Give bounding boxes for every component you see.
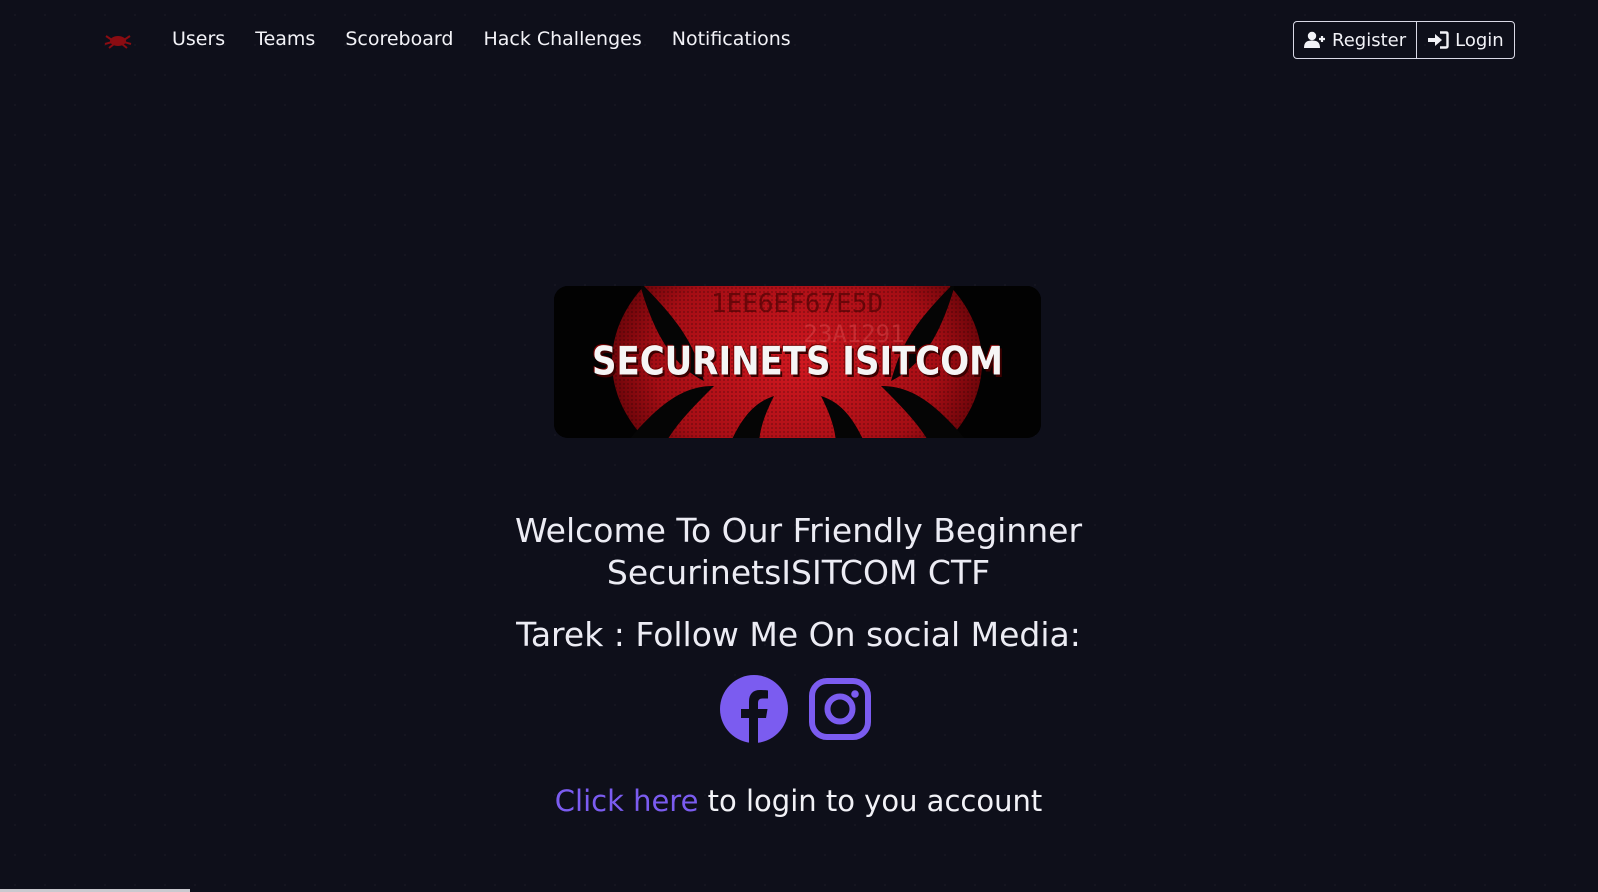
login-button[interactable]: Login <box>1416 22 1514 58</box>
nav-links: Users Teams Scoreboard Hack Challenges N… <box>157 22 806 56</box>
welcome-line-2: SecurinetsISITCOM CTF <box>606 553 991 592</box>
user-plus-icon <box>1304 31 1325 48</box>
navbar: Users Teams Scoreboard Hack Challenges N… <box>0 0 1598 80</box>
nav-link-hack-challenges[interactable]: Hack Challenges <box>468 22 656 56</box>
click-here-link[interactable]: Click here <box>555 784 699 818</box>
welcome-line-1: Welcome To Our Friendly Beginner <box>514 511 1083 550</box>
register-button[interactable]: Register <box>1294 22 1416 58</box>
nav-link-teams[interactable]: Teams <box>240 22 330 56</box>
instagram-icon[interactable] <box>808 677 872 741</box>
sign-in-icon <box>1428 31 1449 49</box>
nav-link-users[interactable]: Users <box>157 22 240 56</box>
auth-button-group: Register Login <box>1293 21 1515 59</box>
welcome-heading: Welcome To Our Friendly Beginner Securin… <box>380 510 1217 594</box>
login-prompt: Click here to login to you account <box>380 784 1217 818</box>
facebook-icon[interactable] <box>720 675 788 743</box>
register-label: Register <box>1332 29 1407 51</box>
follow-heading: Tarek : Follow Me On social Media: <box>516 615 1081 654</box>
securinets-banner: 1EE6EF67E5D 23A1291 SECURINETS ISITCOM <box>554 286 1041 438</box>
nav-link-scoreboard[interactable]: Scoreboard <box>330 22 468 56</box>
login-prompt-text: to login to you account <box>698 784 1043 818</box>
social-links <box>720 675 872 743</box>
nav-link-notifications[interactable]: Notifications <box>657 22 806 56</box>
spider-logo-icon[interactable] <box>104 32 132 50</box>
login-label: Login <box>1455 29 1504 51</box>
banner-title: SECURINETS ISITCOM <box>592 339 1003 385</box>
